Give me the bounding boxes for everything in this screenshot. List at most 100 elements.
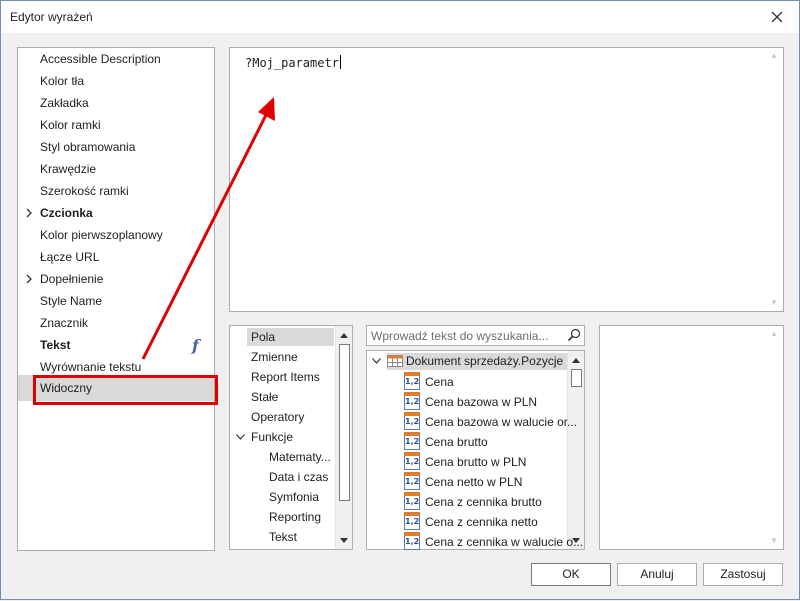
category-tree[interactable]: Pola Zmienne Report Items Stałe Operatory Fun… (229, 325, 353, 550)
property-item[interactable]: Tekst (40, 336, 70, 354)
chevron-down-icon[interactable] (236, 434, 245, 440)
numeric-field-icon: 1,2 (404, 492, 420, 510)
property-label: Czcionka (40, 206, 93, 220)
property-label: Kolor pierwszoplanowy (40, 228, 163, 242)
numeric-field-icon: 1,2 (404, 372, 420, 390)
field-item[interactable]: 1,2 Cena brutto (367, 432, 567, 452)
property-label: Zakładka (40, 96, 89, 110)
field-item[interactable]: 1,2 Cena bazowa w PLN (367, 392, 567, 412)
search-box[interactable] (366, 325, 585, 346)
field-item[interactable]: 1,2 Cena netto w PLN (367, 472, 567, 492)
tree-root-row[interactable]: Dokument sprzedaży.Pozycje (367, 351, 568, 371)
field-label: Cena z cennika netto (425, 515, 538, 529)
field-item[interactable]: 1,2 Cena z cennika w walucie o... (367, 532, 583, 552)
category-scrollbar[interactable] (335, 326, 352, 549)
property-item[interactable]: Krawędzie (40, 160, 96, 178)
property-label: Styl obramowania (40, 140, 136, 154)
apply-button[interactable]: Zastosuj (703, 563, 783, 586)
property-item[interactable]: Styl obramowania (40, 138, 135, 156)
numeric-field-icon: 1,2 (404, 532, 420, 550)
cancel-button[interactable]: Anuluj (617, 563, 697, 586)
scroll-up-button[interactable] (336, 327, 352, 343)
field-item[interactable]: 1,2 Cena z cennika netto (367, 512, 567, 532)
property-label: Łącze URL (40, 250, 100, 264)
field-item[interactable]: 1,2 Cena (367, 372, 567, 392)
close-button[interactable] (765, 7, 789, 27)
description-scrollbar[interactable]: ▲ ▼ (766, 326, 783, 549)
numeric-field-icon: 1,2 (404, 452, 420, 470)
numeric-field-icon: 1,2 (404, 472, 420, 490)
category-item[interactable]: Stałe (251, 388, 278, 406)
close-icon (771, 11, 783, 23)
category-item[interactable]: Operatory (251, 408, 304, 426)
property-item[interactable]: Kolor pierwszoplanowy (40, 226, 163, 244)
properties-list[interactable]: f Accessible Description Kolor tła Zakładk… (17, 47, 215, 551)
chevron-right-icon[interactable] (24, 204, 34, 222)
property-item[interactable]: Kolor ramki (40, 116, 101, 134)
property-label: Dopełnienie (40, 272, 104, 286)
property-item[interactable]: Znacznik (40, 314, 88, 332)
expression-editor-dialog: Edytor wyrażeń f Accessible Description K… (0, 0, 800, 600)
scroll-thumb[interactable] (571, 369, 582, 387)
search-icon[interactable] (567, 328, 581, 342)
property-label: Szerokość ramki (40, 184, 129, 198)
category-item[interactable]: Tekst (269, 528, 297, 546)
expression-text[interactable]: ?Moj_parametr (245, 55, 341, 70)
property-item[interactable]: Dopełnienie (26, 270, 104, 288)
property-label: Accessible Description (40, 52, 161, 66)
arrow-up-icon (572, 357, 580, 363)
property-item[interactable]: Style Name (40, 292, 102, 310)
property-label: Style Name (40, 294, 103, 308)
category-item[interactable]: Zmienne (251, 348, 298, 366)
property-item[interactable]: Szerokość ramki (40, 182, 129, 200)
category-item[interactable]: Pola (247, 328, 334, 346)
description-panel: ▲ ▼ (599, 325, 784, 550)
property-item[interactable]: Wyrównanie tekstu (40, 358, 141, 376)
field-label: Cena z cennika brutto (425, 495, 542, 509)
scroll-down-icon[interactable]: ▼ (769, 298, 779, 308)
scroll-up-button[interactable] (568, 352, 584, 368)
search-input[interactable] (368, 327, 563, 344)
table-icon (387, 355, 403, 367)
scroll-thumb[interactable] (339, 344, 350, 501)
property-label: Znacznik (40, 316, 89, 330)
field-item[interactable]: 1,2 Cena brutto w PLN (367, 452, 567, 472)
category-item[interactable]: Data i czas (269, 468, 328, 486)
category-label: Funkcje (251, 430, 294, 444)
numeric-field-icon: 1,2 (404, 412, 420, 430)
fields-tree[interactable]: Dokument sprzedaży.Pozycje 1,2 Cena 1,2 Cen… (366, 350, 585, 550)
category-item[interactable]: Funkcje (236, 428, 294, 446)
category-item[interactable]: Matematy... (269, 448, 331, 466)
annotation-highlight-box (33, 375, 218, 405)
scroll-down-icon[interactable]: ▼ (769, 536, 779, 546)
category-label: Symfonia (269, 490, 320, 504)
category-item[interactable]: Report Items (251, 368, 320, 386)
category-label: Report Items (251, 370, 320, 384)
category-item[interactable]: Reporting (269, 508, 321, 526)
function-icon[interactable]: f (192, 336, 199, 355)
field-item[interactable]: 1,2 Cena z cennika brutto (367, 492, 567, 512)
numeric-field-icon: 1,2 (404, 512, 420, 530)
property-item[interactable]: Czcionka (26, 204, 93, 222)
chevron-right-icon[interactable] (24, 270, 34, 288)
scroll-up-icon[interactable]: ▲ (769, 329, 779, 339)
category-label: Data i czas (269, 470, 329, 484)
property-item[interactable]: Accessible Description (40, 50, 161, 68)
ok-button[interactable]: OK (531, 563, 611, 586)
property-item[interactable]: Zakładka (40, 94, 89, 112)
editor-scrollbar[interactable]: ▲ ▼ (766, 48, 783, 311)
property-label: Tekst (40, 338, 71, 352)
tree-root-label: Dokument sprzedaży.Pozycje (406, 354, 564, 368)
scroll-up-icon[interactable]: ▲ (769, 51, 779, 61)
field-item[interactable]: 1,2 Cena bazowa w walucie or... (367, 412, 577, 432)
field-label: Cena brutto (425, 435, 488, 449)
scroll-down-button[interactable] (336, 532, 352, 548)
fields-scrollbar[interactable] (567, 351, 584, 549)
property-item[interactable]: Łącze URL (40, 248, 99, 266)
category-item[interactable]: Symfonia (269, 488, 319, 506)
expression-editor[interactable]: ?Moj_parametr ▲ ▼ (229, 47, 784, 312)
chevron-down-icon[interactable] (372, 358, 381, 364)
window-title: Edytor wyrażeń (10, 10, 93, 24)
property-item[interactable]: Kolor tła (40, 72, 84, 90)
field-label: Cena netto w PLN (425, 475, 523, 489)
